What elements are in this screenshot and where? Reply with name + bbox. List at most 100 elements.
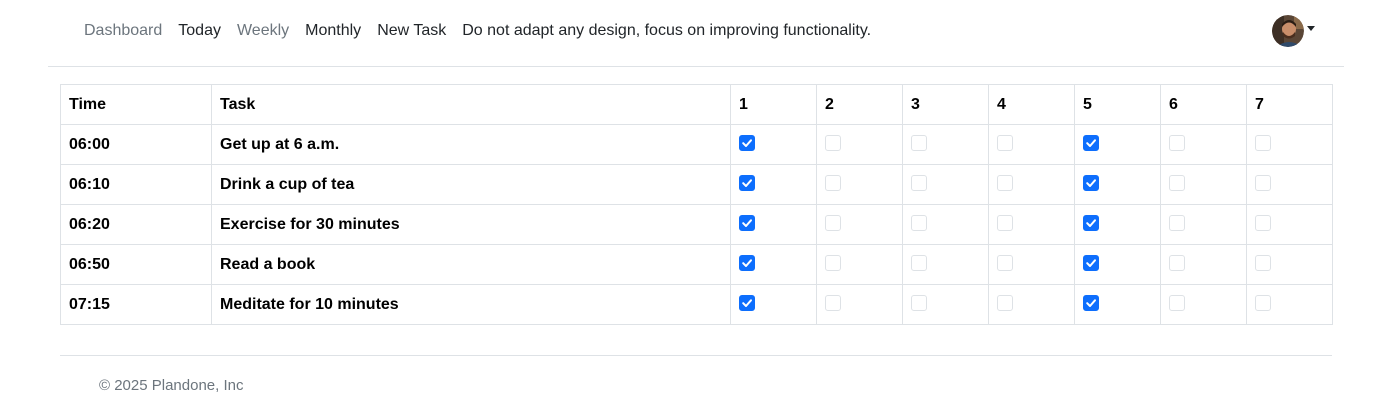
- nav-link-new-task[interactable]: New Task: [369, 21, 454, 41]
- day-7-cell: [1246, 244, 1333, 285]
- day-1-cell: [730, 244, 817, 285]
- day-6-cell: [1160, 284, 1247, 325]
- day-3-checkbox[interactable]: [911, 255, 927, 272]
- day-1-checkbox[interactable]: [739, 295, 755, 312]
- day-2-checkbox[interactable]: [825, 135, 841, 152]
- day-5-cell: [1074, 244, 1161, 285]
- day-3-cell: [902, 244, 989, 285]
- day-1-checkbox[interactable]: [739, 135, 755, 152]
- day-7-checkbox[interactable]: [1255, 295, 1271, 312]
- day-4-cell: [988, 284, 1075, 325]
- user-menu-toggle[interactable]: [1272, 15, 1315, 47]
- day-5-checkbox[interactable]: [1083, 295, 1099, 312]
- header-day-3: 3: [902, 84, 989, 125]
- header-task: Task: [211, 84, 731, 125]
- nav-link-monthly[interactable]: Monthly: [297, 21, 369, 41]
- task-name: Drink a cup of tea: [211, 164, 731, 205]
- day-7-cell: [1246, 284, 1333, 325]
- user-avatar[interactable]: [1272, 15, 1304, 47]
- table-row: 07:15 Meditate for 10 minutes: [60, 284, 1333, 325]
- day-4-checkbox[interactable]: [997, 175, 1013, 192]
- day-7-cell: [1246, 124, 1333, 165]
- nav-link-today[interactable]: Today: [170, 21, 229, 41]
- day-7-checkbox[interactable]: [1255, 175, 1271, 192]
- header-day-5: 5: [1074, 84, 1161, 125]
- day-7-cell: [1246, 164, 1333, 205]
- day-4-cell: [988, 204, 1075, 245]
- table-row: 06:50 Read a book: [60, 244, 1333, 285]
- day-6-cell: [1160, 244, 1247, 285]
- day-4-checkbox[interactable]: [997, 255, 1013, 272]
- day-2-checkbox[interactable]: [825, 175, 841, 192]
- day-3-cell: [902, 284, 989, 325]
- task-time: 06:50: [60, 244, 212, 285]
- day-6-cell: [1160, 164, 1247, 205]
- table-row: 06:10 Drink a cup of tea: [60, 164, 1333, 205]
- day-3-cell: [902, 124, 989, 165]
- table-row: 06:20 Exercise for 30 minutes: [60, 204, 1333, 245]
- day-2-checkbox[interactable]: [825, 215, 841, 232]
- day-2-checkbox[interactable]: [825, 255, 841, 272]
- day-3-checkbox[interactable]: [911, 215, 927, 232]
- day-1-cell: [730, 124, 817, 165]
- day-5-cell: [1074, 284, 1161, 325]
- day-6-checkbox[interactable]: [1169, 175, 1185, 192]
- day-5-checkbox[interactable]: [1083, 215, 1099, 232]
- nav-note-text: Do not adapt any design, focus on improv…: [462, 22, 872, 39]
- day-2-cell: [816, 164, 903, 205]
- day-3-checkbox[interactable]: [911, 175, 927, 192]
- day-1-cell: [730, 284, 817, 325]
- day-3-cell: [902, 164, 989, 205]
- weekly-task-table: Time Task 1 2 3 4 5 6 7 06:00 Get up at 6…: [60, 84, 1333, 325]
- day-4-checkbox[interactable]: [997, 295, 1013, 312]
- day-2-cell: [816, 124, 903, 165]
- day-1-checkbox[interactable]: [739, 255, 755, 272]
- day-5-cell: [1074, 204, 1161, 245]
- nav-link-dashboard[interactable]: Dashboard: [84, 21, 170, 41]
- day-3-checkbox[interactable]: [911, 135, 927, 152]
- day-7-checkbox[interactable]: [1255, 215, 1271, 232]
- day-4-checkbox[interactable]: [997, 215, 1013, 232]
- day-5-checkbox[interactable]: [1083, 175, 1099, 192]
- day-2-cell: [816, 244, 903, 285]
- caret-down-icon[interactable]: [1307, 25, 1315, 31]
- day-5-cell: [1074, 124, 1161, 165]
- day-5-checkbox[interactable]: [1083, 135, 1099, 152]
- task-time: 06:20: [60, 204, 212, 245]
- day-6-checkbox[interactable]: [1169, 135, 1185, 152]
- header-day-6: 6: [1160, 84, 1247, 125]
- day-6-cell: [1160, 204, 1247, 245]
- day-7-cell: [1246, 204, 1333, 245]
- footer-copyright: © 2025 Plandone, Inc: [99, 377, 244, 394]
- table-row: 06:00 Get up at 6 a.m.: [60, 124, 1333, 165]
- day-2-cell: [816, 284, 903, 325]
- day-7-checkbox[interactable]: [1255, 135, 1271, 152]
- header-day-4: 4: [988, 84, 1075, 125]
- day-2-cell: [816, 204, 903, 245]
- day-6-checkbox[interactable]: [1169, 255, 1185, 272]
- footer-divider: [60, 355, 1332, 356]
- task-time: 07:15: [60, 284, 212, 325]
- day-3-cell: [902, 204, 989, 245]
- task-name: Meditate for 10 minutes: [211, 284, 731, 325]
- day-4-cell: [988, 124, 1075, 165]
- day-4-checkbox[interactable]: [997, 135, 1013, 152]
- day-3-checkbox[interactable]: [911, 295, 927, 312]
- day-5-checkbox[interactable]: [1083, 255, 1099, 272]
- task-name: Get up at 6 a.m.: [211, 124, 731, 165]
- header-day-1: 1: [730, 84, 817, 125]
- task-name: Exercise for 30 minutes: [211, 204, 731, 245]
- table-header-row: Time Task 1 2 3 4 5 6 7: [60, 84, 1333, 125]
- day-1-checkbox[interactable]: [739, 175, 755, 192]
- header-day-2: 2: [816, 84, 903, 125]
- header-day-7: 7: [1246, 84, 1333, 125]
- day-4-cell: [988, 244, 1075, 285]
- day-1-checkbox[interactable]: [739, 215, 755, 232]
- day-6-checkbox[interactable]: [1169, 295, 1185, 312]
- day-2-checkbox[interactable]: [825, 295, 841, 312]
- day-6-checkbox[interactable]: [1169, 215, 1185, 232]
- day-7-checkbox[interactable]: [1255, 255, 1271, 272]
- top-navbar: Dashboard Today Weekly Monthly New Task …: [48, 0, 1344, 67]
- nav-link-weekly[interactable]: Weekly: [229, 21, 297, 41]
- day-6-cell: [1160, 124, 1247, 165]
